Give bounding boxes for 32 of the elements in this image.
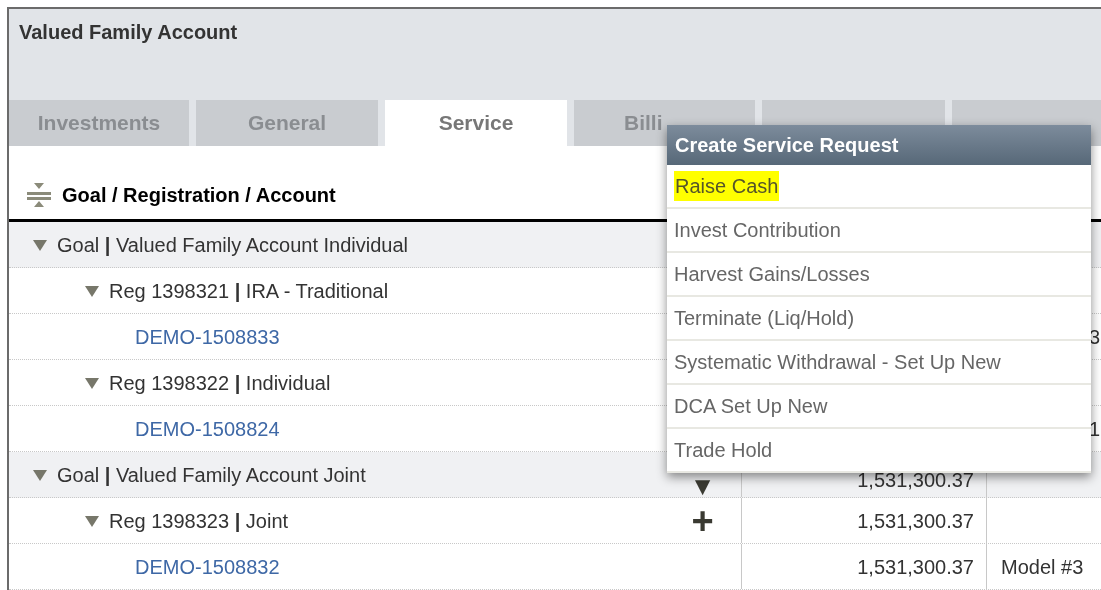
collapse-button[interactable]: ▼ xyxy=(689,472,716,499)
menu-item[interactable]: Trade Hold xyxy=(674,435,773,465)
expanded-arrow-icon[interactable] xyxy=(85,513,99,528)
menu-item[interactable]: Terminate (Liq/Hold) xyxy=(674,303,855,333)
tab[interactable]: Service xyxy=(385,100,567,146)
account-link[interactable]: DEMO-1508832 xyxy=(135,551,280,582)
expanded-arrow-icon[interactable] xyxy=(85,375,99,390)
menu-item[interactable]: Systematic Withdrawal - Set Up New xyxy=(674,347,1001,377)
window-title: Valued Family Account xyxy=(19,20,239,45)
column-header[interactable]: Goal / Registration / Account xyxy=(62,179,336,210)
add-button[interactable]: + xyxy=(691,501,714,540)
table-cell-text: 1 xyxy=(1089,416,1101,442)
menu-title: Create Service Request xyxy=(667,125,1091,165)
expanded-arrow-icon[interactable] xyxy=(33,237,47,252)
account-link[interactable]: DEMO-1508833 xyxy=(135,321,280,352)
expanded-arrow-icon[interactable] xyxy=(85,283,99,298)
goal-label: Goal | Valued Family Account Joint xyxy=(57,462,366,488)
goal-label: Goal | Valued Family Account Individual xyxy=(57,232,408,258)
amount-cell-text: 1,531,300.37 xyxy=(857,468,974,493)
menu-item[interactable]: Invest Contribution xyxy=(674,215,841,245)
registration-label: Reg 1398321 | IRA - Traditional xyxy=(109,278,389,304)
menu-item[interactable]: DCA Set Up New xyxy=(674,391,828,421)
expanded-arrow-icon[interactable] xyxy=(33,467,47,482)
collapse-all-icon[interactable] xyxy=(24,182,54,207)
account-link[interactable]: DEMO-1508824 xyxy=(135,413,280,444)
amount-cell-text: 1,531,300.37 xyxy=(857,508,974,534)
menu-item[interactable]: Harvest Gains/Losses xyxy=(674,259,870,289)
registration-label: Reg 1398323 | Joint xyxy=(109,508,289,534)
amount-cell-text: 1,531,300.37 xyxy=(857,554,974,580)
menu-item[interactable]: Raise Cash xyxy=(674,171,780,201)
registration-label: Reg 1398322 | Individual xyxy=(109,370,331,396)
table-cell-text: Model #3 xyxy=(1001,554,1084,580)
